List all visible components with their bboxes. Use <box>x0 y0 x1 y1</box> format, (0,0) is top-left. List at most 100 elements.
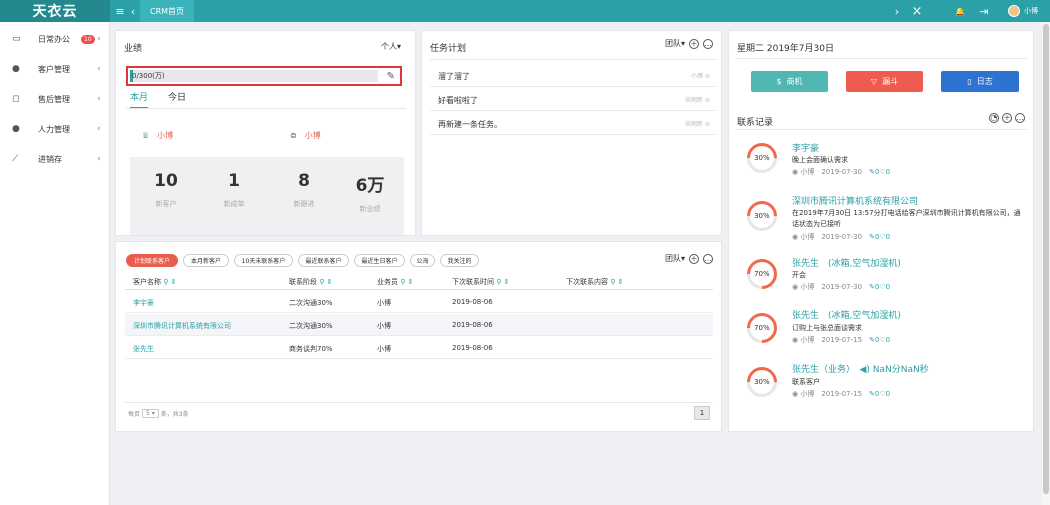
sidebar-item-customers[interactable]: ● 客户管理 ‹ <box>0 54 110 84</box>
record-name-link[interactable]: 张先生（业务） ◀) NaN分NaN秒 <box>792 362 929 375</box>
table-row[interactable]: 深圳市腾讯计算机系统有限公司 二次沟通30% 小博 2019-08-06 <box>125 314 713 336</box>
filter-followed[interactable]: 我关注的 <box>440 254 479 267</box>
task-item[interactable]: 好看啦啦了 宋翔新 ⊘ <box>430 87 716 111</box>
add-icon[interactable]: + <box>689 38 699 49</box>
more-icon[interactable]: … <box>1015 113 1025 123</box>
stat-new-followups[interactable]: 8 新跟进 <box>270 171 338 209</box>
task-item[interactable]: 溜了溜了 小博 ⊘ <box>430 63 716 87</box>
sidebar-item-inventory[interactable]: ⟋ 进销存 ‹ <box>0 144 110 174</box>
stat-new-orders[interactable]: 1 新成单 <box>200 171 268 209</box>
sidebar-item-label: 人力管理 <box>38 124 70 134</box>
comment-like-counts[interactable]: ✎0♡0 <box>869 233 890 241</box>
user-menu[interactable]: 小博 <box>1004 0 1042 22</box>
funnel-button[interactable]: ▽ 漏斗 <box>846 71 923 92</box>
add-icon[interactable]: + <box>1002 113 1012 123</box>
scope-dropdown[interactable]: 团队▾ <box>665 253 685 264</box>
stat-new-revenue[interactable]: 6万 新业绩 <box>336 171 404 214</box>
column-header[interactable]: 下次联系内容 ⚲ ⇕ <box>566 277 623 287</box>
comment-like-counts[interactable]: ✎0♡0 <box>869 390 890 398</box>
column-header[interactable]: 下次联系时间 ⚲ ⇕ <box>452 277 509 287</box>
customer-name-link[interactable]: 深圳市腾讯计算机系统有限公司 <box>133 321 231 331</box>
progress-ring: 70% <box>740 306 784 350</box>
task-item[interactable]: 再新建一条任务。 宋翔新 ⊘ <box>430 111 716 135</box>
more-icon[interactable]: … <box>703 253 713 264</box>
top-bar: 天衣云 ≡ ‹ CRM首页 › × 🔔 ⇥ 小博 <box>0 0 1050 22</box>
app-root: 天衣云 ≡ ‹ CRM首页 › × 🔔 ⇥ 小博 ▭ 日常办公 10 ‹ ● 客… <box>0 0 1050 505</box>
stat-new-customers[interactable]: 10 新客户 <box>132 171 200 209</box>
table-header: 客户名称 ⚲ ⇕ 联系阶段 ⚲ ⇕ 业务员 ⚲ ⇕ 下次联系时间 ⚲ ⇕ 下次联… <box>125 274 713 290</box>
customer-name-link[interactable]: 李宇豪 <box>133 298 154 308</box>
progress-bar: 0/300(万) <box>130 70 378 82</box>
column-header[interactable]: 客户名称 ⚲ ⇕ <box>133 277 176 287</box>
filter-public-pool[interactable]: 公海 <box>410 254 435 267</box>
record-text: 订购上与张总面谈需求 <box>792 324 862 332</box>
next-contact-time: 2019-08-06 <box>452 344 493 352</box>
record-name-link[interactable]: 深圳市腾讯计算机系统有限公司 <box>792 194 918 207</box>
stat-label: 新客户 <box>155 200 177 208</box>
filter-planned-contact[interactable]: 计划联系客户 <box>126 254 178 267</box>
comment-like-counts[interactable]: ✎0♡0 <box>869 168 890 176</box>
customer-name-link[interactable]: 张先生 <box>133 344 154 354</box>
stat-value: 6万 <box>355 176 385 196</box>
logout-icon[interactable]: ⇥ <box>978 0 990 22</box>
close-tabs-icon[interactable]: × <box>910 0 924 22</box>
column-label: 客户名称 <box>133 278 161 286</box>
edit-icon[interactable]: ✎ <box>387 71 395 82</box>
add-icon[interactable]: + <box>689 253 699 264</box>
chart-line-icon: ⟋ <box>12 154 19 164</box>
caret-down-icon: ▾ <box>396 42 401 51</box>
record-name-link[interactable]: 张先生 (冰箱,空气加湿机) <box>792 308 901 321</box>
counts: 0♡0 <box>874 233 891 241</box>
pie-chart-icon[interactable]: ◔ <box>989 113 999 123</box>
menu-toggle-icon[interactable]: ≡ <box>113 0 127 22</box>
table-row[interactable]: 张先生 商务谈判70% 小博 2019-08-06 <box>125 337 713 359</box>
tab-back-icon[interactable]: ‹ <box>127 0 139 22</box>
record-name-link[interactable]: 李宇豪 <box>792 141 819 154</box>
counts: 0♡0 <box>874 283 891 291</box>
column-header[interactable]: 业务员 ⚲ ⇕ <box>377 277 413 287</box>
filter-recent-contact[interactable]: 最近联系客户 <box>298 254 349 267</box>
dollar-icon: $ <box>776 77 782 86</box>
column-label: 业务员 <box>377 278 398 286</box>
page-size-select[interactable]: 5 ▾ <box>142 409 159 418</box>
filter-recent-birthday[interactable]: 最近生日客户 <box>354 254 405 267</box>
ring-label: 30% <box>754 212 770 220</box>
record-name-link[interactable]: 张先生 (冰箱,空气加湿机) <box>792 256 901 269</box>
bell-icon[interactable]: 🔔 <box>954 0 966 22</box>
search-sort-icon: ⚲ ⇕ <box>317 278 333 286</box>
contact-stage: 商务谈判70% <box>289 345 333 353</box>
search-sort-icon: ⚲ ⇕ <box>161 278 177 286</box>
target-progress-field[interactable]: 0/300(万) ✎ <box>126 66 402 86</box>
table-row[interactable]: 李宇豪 二次沟通30% 小博 2019-08-06 <box>125 291 713 313</box>
record-user: 小博 <box>800 336 815 344</box>
column-label: 下次联系时间 <box>452 278 494 286</box>
sidebar-item-office[interactable]: ▭ 日常办公 10 ‹ <box>0 24 110 54</box>
opportunity-button[interactable]: $ 商机 <box>751 71 828 92</box>
tab-today[interactable]: 今日 <box>168 90 186 103</box>
sidebar-item-label: 日常办公 <box>38 34 70 44</box>
sidebar-item-hr[interactable]: ● 人力管理 ‹ <box>0 114 110 144</box>
scope-dropdown[interactable]: 团队▾ <box>665 38 685 49</box>
progress-ring: 30% <box>740 360 784 404</box>
more-icon[interactable]: … <box>703 38 713 49</box>
counts: 0♡0 <box>874 390 891 398</box>
record-date: 2019-07-30 <box>821 233 863 241</box>
sidebar-item-aftersales[interactable]: ◻ 售后管理 ‹ <box>0 84 110 114</box>
record-user: 小博 <box>800 168 815 176</box>
customer-controls: 团队▾ + … <box>665 253 713 264</box>
tab-this-month[interactable]: 本月 <box>130 90 149 109</box>
scope-dropdown[interactable]: 个人▾ <box>381 41 401 52</box>
divider <box>735 129 1027 130</box>
scrollbar-thumb[interactable] <box>1043 24 1049 494</box>
log-button[interactable]: ▯ 日志 <box>941 71 1019 92</box>
column-header[interactable]: 联系阶段 ⚲ ⇕ <box>289 277 332 287</box>
page-button-current[interactable]: 1 <box>694 406 710 420</box>
filter-no-contact-10-days[interactable]: 10天未联系客户 <box>234 254 293 267</box>
comment-like-counts[interactable]: ✎0♡0 <box>869 336 890 344</box>
comment-like-counts[interactable]: ✎0♡0 <box>869 283 890 291</box>
filter-new-this-month[interactable]: 本月新客户 <box>183 254 229 267</box>
record-user: 小博 <box>800 283 815 291</box>
tab-forward-icon[interactable]: › <box>890 0 904 22</box>
stat-label: 新业绩 <box>359 205 381 213</box>
tab-crm-home[interactable]: CRM首页 <box>140 0 195 22</box>
